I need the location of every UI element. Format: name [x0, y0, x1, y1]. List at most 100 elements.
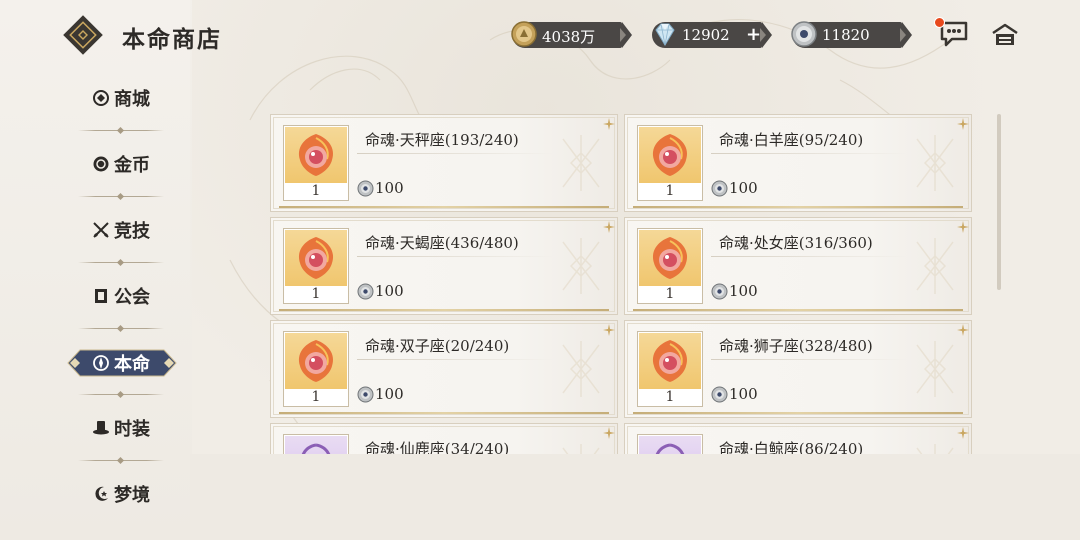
crossed-swords-icon — [92, 221, 110, 239]
item-price: 100 — [711, 179, 758, 197]
item-name: 命魂·白羊座(95/240) — [719, 131, 864, 149]
sparkle-icon — [603, 218, 615, 233]
bottom-fade — [190, 454, 1080, 540]
shop-item-grid: 1 命魂·天秤座(193/240) 100 1 命魂·白羊座(95/240) 100 1 命魂… — [268, 112, 972, 456]
price-value: 100 — [729, 282, 758, 300]
nav-divider — [78, 126, 164, 135]
destiny-coin-icon — [711, 283, 728, 299]
sidebar-item-shop[interactable]: 商城 — [78, 78, 164, 118]
sidebar-item-guild[interactable]: 公会 — [78, 276, 164, 316]
item-count: 1 — [311, 286, 321, 302]
item-name: 命魂·天秤座(193/240) — [365, 131, 519, 149]
sidebar-item-destiny[interactable]: 本命 — [78, 343, 164, 383]
name-underline — [357, 256, 553, 257]
name-underline — [357, 359, 553, 360]
price-value: 100 — [729, 179, 758, 197]
sidebar-item-label: 商城 — [114, 89, 150, 110]
sidebar-item-fashion[interactable]: 时装 — [78, 408, 164, 448]
shop-item-card[interactable]: 1 命魂·狮子座(328/480) 100 — [624, 320, 972, 418]
soul-orb-icon — [639, 230, 701, 286]
page-title: 本命商店 — [122, 26, 222, 53]
name-underline — [357, 153, 553, 154]
item-thumbnail: 1 — [637, 434, 703, 456]
sparkle-icon — [957, 218, 969, 233]
decorative-pattern — [913, 341, 957, 397]
price-value: 100 — [375, 385, 404, 403]
scrollbar-thumb[interactable] — [997, 114, 1001, 290]
decorative-pattern — [559, 341, 603, 397]
item-count: 1 — [311, 389, 321, 405]
decorative-pattern — [559, 238, 603, 294]
item-count: 1 — [311, 183, 321, 199]
shop-item-card[interactable]: 1 命魂·天蝎座(436/480) 100 — [270, 217, 618, 315]
soul-orb-icon — [285, 230, 347, 286]
item-thumbnail: 1 — [283, 228, 349, 304]
item-price: 100 — [711, 385, 758, 403]
destiny-coin-icon — [790, 20, 818, 48]
destiny-coin-icon — [357, 283, 374, 299]
destiny-coin-icon — [357, 386, 374, 402]
notification-dot — [934, 17, 945, 28]
decorative-pattern — [559, 135, 603, 191]
crescent-moon-icon — [92, 485, 110, 503]
item-name: 命魂·双子座(20/240) — [365, 337, 510, 355]
shop-item-card[interactable]: 1命魂·仙鹿座(34/240)100 — [270, 423, 618, 456]
item-thumbnail: 1 — [283, 125, 349, 201]
soul-orb-icon — [639, 127, 701, 183]
sidebar-item-dreamland[interactable]: 梦境 — [78, 474, 164, 514]
destiny-coin-icon — [357, 180, 374, 196]
shop-item-card[interactable]: 1 命魂·天秤座(193/240) 100 — [270, 114, 618, 212]
gold-coin-icon — [510, 20, 538, 48]
gold-amount: 4038万 — [542, 28, 596, 46]
item-thumbnail: 1 — [637, 331, 703, 407]
shop-item-card[interactable]: 1 命魂·白羊座(95/240) 100 — [624, 114, 972, 212]
sidebar-item-label: 金币 — [114, 155, 150, 176]
name-underline — [711, 256, 907, 257]
currency-gold: 4038万 — [510, 20, 632, 48]
shop-item-card[interactable]: 1 命魂·双子座(20/240) 100 — [270, 320, 618, 418]
shop-item-card[interactable]: 1命魂·白鲸座(86/240)100 — [624, 423, 972, 456]
sidebar-item-label: 公会 — [114, 287, 150, 308]
soul-orb-icon — [639, 333, 701, 389]
item-price: 100 — [357, 282, 404, 300]
price-value: 100 — [729, 385, 758, 403]
item-price: 100 — [357, 385, 404, 403]
soul-orb-icon — [285, 436, 347, 456]
destiny-coin-amount: 11820 — [822, 26, 870, 44]
destiny-icon — [92, 354, 110, 372]
sidebar-item-gold[interactable]: 金币 — [78, 144, 164, 184]
sidebar-item-label: 竞技 — [114, 221, 150, 242]
sidebar-item-label: 时装 — [114, 419, 150, 440]
item-count: 1 — [665, 286, 675, 302]
item-price: 100 — [357, 179, 404, 197]
card-frame-border — [279, 206, 609, 208]
card-frame-border — [279, 412, 609, 414]
nav-divider — [78, 324, 164, 333]
item-name: 命魂·处女座(316/360) — [719, 234, 873, 252]
item-thumbnail: 1 — [283, 331, 349, 407]
item-name: 命魂·狮子座(328/480) — [719, 337, 873, 355]
home-icon — [992, 23, 1018, 45]
coin-icon — [92, 155, 110, 173]
diamond-amount: 12902 — [682, 26, 730, 44]
item-thumbnail: 1 — [637, 228, 703, 304]
home-button[interactable] — [990, 22, 1020, 48]
currency-destiny-coin: 11820 — [790, 20, 912, 48]
sparkle-icon — [603, 321, 615, 336]
sidebar-item-arena[interactable]: 竞技 — [78, 210, 164, 250]
item-count: 1 — [665, 389, 675, 405]
nav-divider — [78, 456, 164, 465]
card-frame-border — [633, 309, 963, 311]
soul-orb-icon — [639, 436, 701, 456]
price-value: 100 — [375, 179, 404, 197]
decorative-pattern — [913, 238, 957, 294]
add-diamond-button[interactable]: + — [746, 26, 761, 44]
item-price: 100 — [711, 282, 758, 300]
name-underline — [711, 359, 907, 360]
card-frame-border — [633, 206, 963, 208]
shop-item-card[interactable]: 1 命魂·处女座(316/360) 100 — [624, 217, 972, 315]
name-underline — [711, 153, 907, 154]
diamond-icon — [650, 20, 678, 48]
nav-divider — [78, 390, 164, 399]
card-frame-border — [279, 309, 609, 311]
